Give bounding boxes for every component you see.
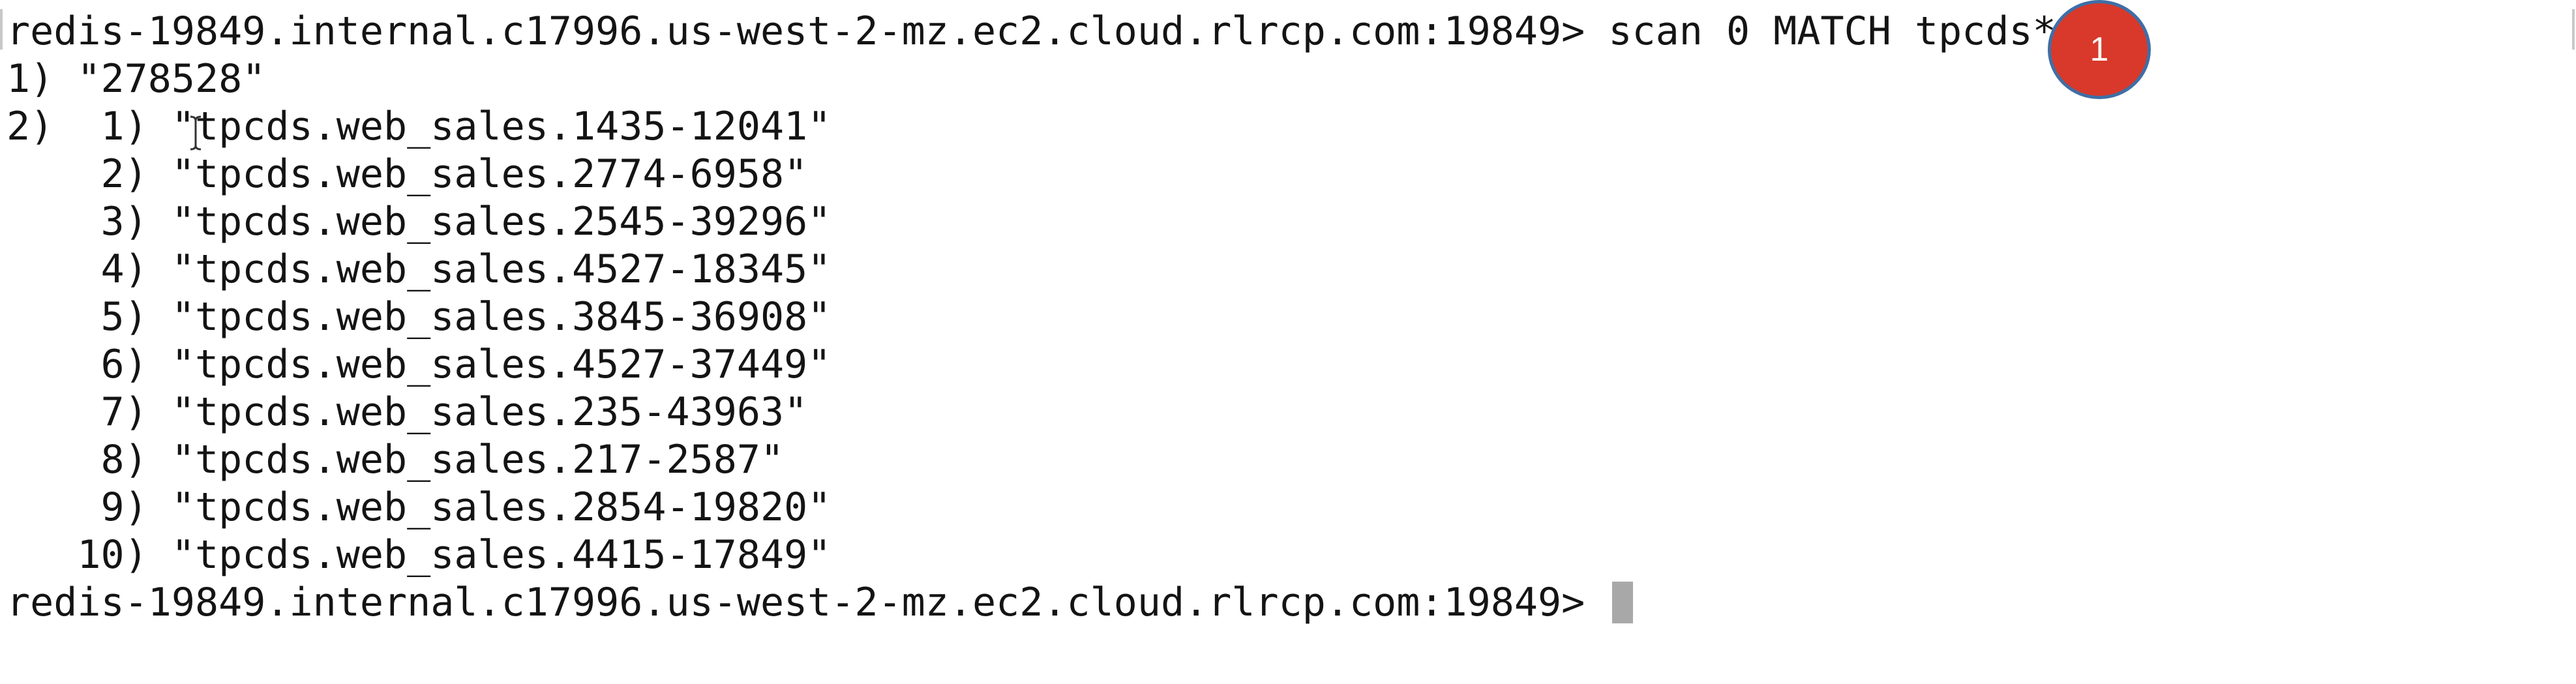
key-index: 7) <box>100 389 148 435</box>
command-text: scan 0 MATCH tpcds* <box>1608 8 2056 54</box>
key-row: 9) "tpcds.web_sales.2854-19820" <box>7 484 831 531</box>
key-index: 3) <box>100 199 148 245</box>
key-value: "tpcds.web_sales.2774-6958" <box>171 151 808 197</box>
command-line: redis-19849.internal.c17996.us-west-2-mz… <box>7 8 2056 55</box>
key-row: 2) "tpcds.web_sales.2774-6958" <box>7 151 808 198</box>
key-value: "tpcds.web_sales.2545-39296" <box>171 199 831 245</box>
cursor-value: "278528" <box>77 56 266 102</box>
key-value: "tpcds.web_sales.1435-12041" <box>171 104 831 149</box>
key-value: "tpcds.web_sales.4415-17849" <box>171 532 831 578</box>
key-value: "tpcds.web_sales.4527-18345" <box>171 246 831 292</box>
key-value: "tpcds.web_sales.4527-37449" <box>171 342 831 387</box>
cursor-index: 1) <box>7 56 54 102</box>
key-row: 4) "tpcds.web_sales.4527-18345" <box>7 246 831 293</box>
key-index: 5) <box>100 294 148 340</box>
key-index: 9) <box>100 484 148 530</box>
key-row: 10) "tpcds.web_sales.4415-17849" <box>7 531 831 579</box>
key-row: 2) 1) "tpcds.web_sales.1435-12041" <box>7 103 831 151</box>
annotation-number-badge: 1 <box>2048 0 2151 99</box>
key-row: 5) "tpcds.web_sales.3845-36908" <box>7 293 831 341</box>
key-row: 6) "tpcds.web_sales.4527-37449" <box>7 341 831 389</box>
scan-cursor-line: 1) "278528" <box>7 55 265 103</box>
key-index: 6) <box>100 342 148 387</box>
right-edge-mark <box>2572 9 2575 50</box>
annotation-number: 1 <box>2089 31 2109 68</box>
key-value: "tpcds.web_sales.235-43963" <box>171 389 808 435</box>
key-value: "tpcds.web_sales.2854-19820" <box>171 484 831 530</box>
command-prompt: redis-19849.internal.c17996.us-west-2-mz… <box>7 8 1585 54</box>
key-index: 10) <box>77 532 148 578</box>
key-value: "tpcds.web_sales.217-2587" <box>171 437 785 483</box>
key-index: 4) <box>100 246 148 292</box>
key-index: 2) <box>100 151 148 197</box>
key-row: 8) "tpcds.web_sales.217-2587" <box>7 436 785 484</box>
ibeam-cursor-icon <box>190 115 202 151</box>
left-edge-mark <box>0 9 3 50</box>
key-row: 3) "tpcds.web_sales.2545-39296" <box>7 198 831 246</box>
prompt-line[interactable]: redis-19849.internal.c17996.us-west-2-mz… <box>7 579 1634 627</box>
key-index: 8) <box>100 437 148 483</box>
key-value: "tpcds.web_sales.3845-36908" <box>171 294 831 340</box>
key-index: 1) <box>100 104 148 149</box>
keys-group-index: 2) <box>7 104 54 149</box>
terminal-window[interactable]: redis-19849.internal.c17996.us-west-2-mz… <box>0 0 2576 684</box>
text-cursor[interactable] <box>1612 582 1634 623</box>
key-row: 7) "tpcds.web_sales.235-43963" <box>7 389 808 436</box>
final-prompt: redis-19849.internal.c17996.us-west-2-mz… <box>7 580 1585 625</box>
